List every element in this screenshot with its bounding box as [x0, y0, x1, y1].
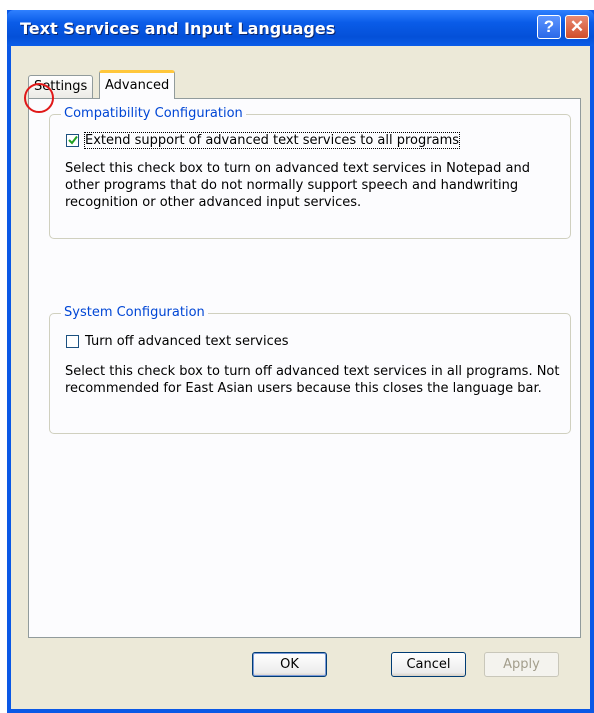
- compatibility-group: Compatibility Configuration Extend suppo…: [49, 106, 571, 239]
- apply-button[interactable]: Apply: [484, 652, 559, 677]
- tab-advanced[interactable]: Advanced: [99, 70, 176, 99]
- tab-panel-advanced: Compatibility Configuration Extend suppo…: [28, 98, 581, 638]
- system-group: System Configuration Turn off advanced t…: [49, 305, 571, 434]
- dialog-window: Text Services and Input Languages ? ✕ Se…: [7, 10, 594, 713]
- system-group-legend: System Configuration: [61, 305, 208, 320]
- system-description: Select this check box to turn off advanc…: [65, 364, 560, 396]
- turn-off-services-checkbox[interactable]: [66, 335, 79, 348]
- extend-support-label[interactable]: Extend support of advanced text services…: [83, 132, 461, 149]
- dialog-client-area: Settings Advanced Compatibility Configur…: [11, 46, 590, 709]
- close-icon: ✕: [569, 17, 585, 36]
- annotation-circle: [24, 83, 54, 113]
- checkmark-icon: [68, 135, 78, 145]
- turn-off-services-row[interactable]: Turn off advanced text services: [66, 334, 289, 349]
- extend-support-checkbox[interactable]: [66, 134, 79, 147]
- compatibility-group-legend: Compatibility Configuration: [61, 106, 246, 121]
- extend-support-row[interactable]: Extend support of advanced text services…: [66, 132, 461, 149]
- help-button[interactable]: ?: [537, 15, 561, 39]
- ok-button[interactable]: OK: [252, 652, 327, 677]
- turn-off-services-label[interactable]: Turn off advanced text services: [85, 334, 289, 349]
- window-title: Text Services and Input Languages: [20, 19, 336, 38]
- close-button[interactable]: ✕: [565, 15, 589, 39]
- cancel-button[interactable]: Cancel: [391, 652, 466, 677]
- help-icon: ?: [543, 17, 555, 36]
- compatibility-description: Select this check box to turn on advance…: [65, 161, 530, 210]
- title-bar[interactable]: Text Services and Input Languages ? ✕: [7, 10, 594, 46]
